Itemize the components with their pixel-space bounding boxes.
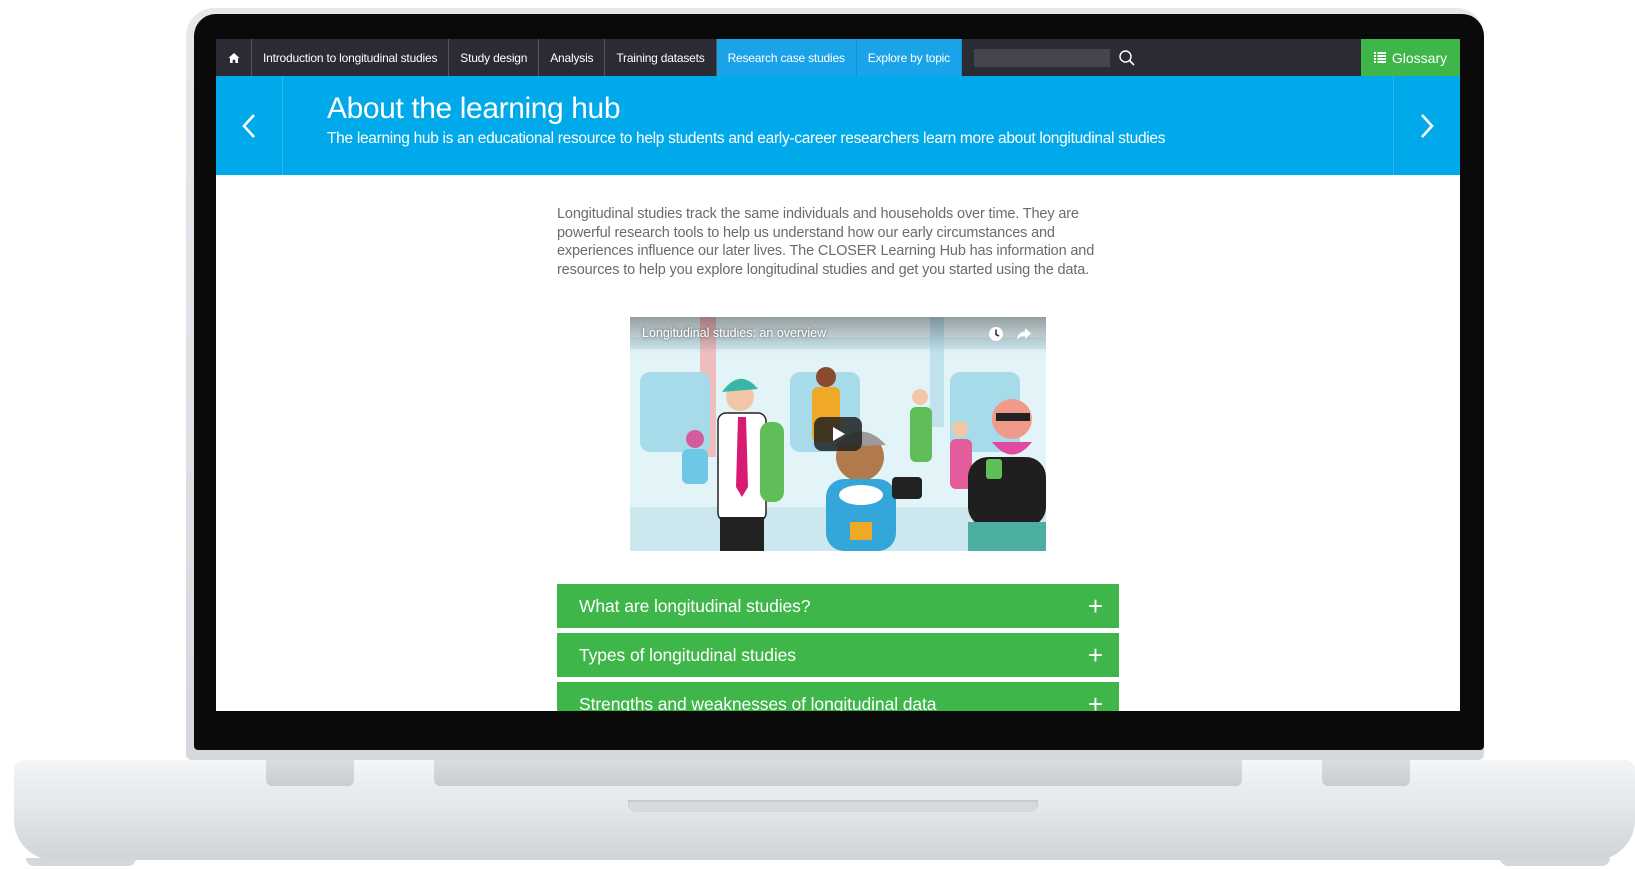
laptop-foot-right xyxy=(1500,858,1610,866)
nav-item-research-case-studies[interactable]: Research case studies xyxy=(716,39,857,76)
laptop-foot-left xyxy=(26,858,136,866)
page-subtitle: The learning hub is an educational resou… xyxy=(327,130,1166,147)
clock-icon[interactable] xyxy=(988,326,1004,342)
nav-item-study-design[interactable]: Study design xyxy=(449,39,540,76)
accordion-label: Types of longitudinal studies xyxy=(579,644,796,665)
glossary-button[interactable]: Glossary xyxy=(1361,39,1460,76)
video-player[interactable]: Longitudinal studies: an overview xyxy=(630,317,1046,551)
nav-item-introduction[interactable]: Introduction to longitudinal studies xyxy=(252,39,450,76)
intro-paragraph: Longitudinal studies track the same indi… xyxy=(557,206,1095,279)
top-navigation: Introduction to longitudinal studies Stu… xyxy=(216,39,1460,76)
page-title: About the learning hub xyxy=(327,92,621,125)
list-icon xyxy=(1373,52,1386,63)
nav-item-explore-by-topic[interactable]: Explore by topic xyxy=(856,39,962,76)
next-page-button[interactable] xyxy=(1393,76,1460,175)
nav-item-analysis[interactable]: Analysis xyxy=(539,39,606,76)
chevron-left-icon xyxy=(242,113,255,138)
nav-item-training-datasets[interactable]: Training datasets xyxy=(605,39,717,76)
share-icon[interactable] xyxy=(1016,326,1032,342)
search-area xyxy=(962,39,1136,76)
accordion-label: What are longitudinal studies? xyxy=(579,595,811,616)
video-title[interactable]: Longitudinal studies: an overview xyxy=(642,326,826,340)
search-icon[interactable] xyxy=(1118,49,1136,67)
chevron-right-icon xyxy=(1421,113,1434,138)
page-banner: About the learning hub The learning hub … xyxy=(216,76,1460,175)
plus-icon: + xyxy=(1087,689,1103,711)
accordion-item-what-are-longitudinal-studies[interactable]: What are longitudinal studies? + xyxy=(557,584,1119,628)
accordion-label: Strengths and weaknesses of longitudinal… xyxy=(579,693,937,712)
previous-page-button[interactable] xyxy=(216,76,283,175)
glossary-label: Glossary xyxy=(1391,49,1448,66)
play-icon[interactable] xyxy=(814,417,862,451)
plus-icon: + xyxy=(1087,640,1103,670)
accordion-item-types-of-longitudinal-studies[interactable]: Types of longitudinal studies + xyxy=(557,633,1119,677)
laptop-trackpad xyxy=(628,800,1038,812)
laptop-hinge-left xyxy=(266,760,354,786)
home-button[interactable] xyxy=(216,39,252,76)
laptop-hinge-right xyxy=(1322,760,1410,786)
laptop-hinge-center xyxy=(434,760,1242,786)
accordion-item-strengths-and-weaknesses[interactable]: Strengths and weaknesses of longitudinal… xyxy=(557,682,1119,711)
home-icon xyxy=(228,52,239,63)
plus-icon: + xyxy=(1087,591,1103,621)
laptop-screen: Introduction to longitudinal studies Stu… xyxy=(216,39,1460,711)
search-input[interactable] xyxy=(973,48,1110,67)
